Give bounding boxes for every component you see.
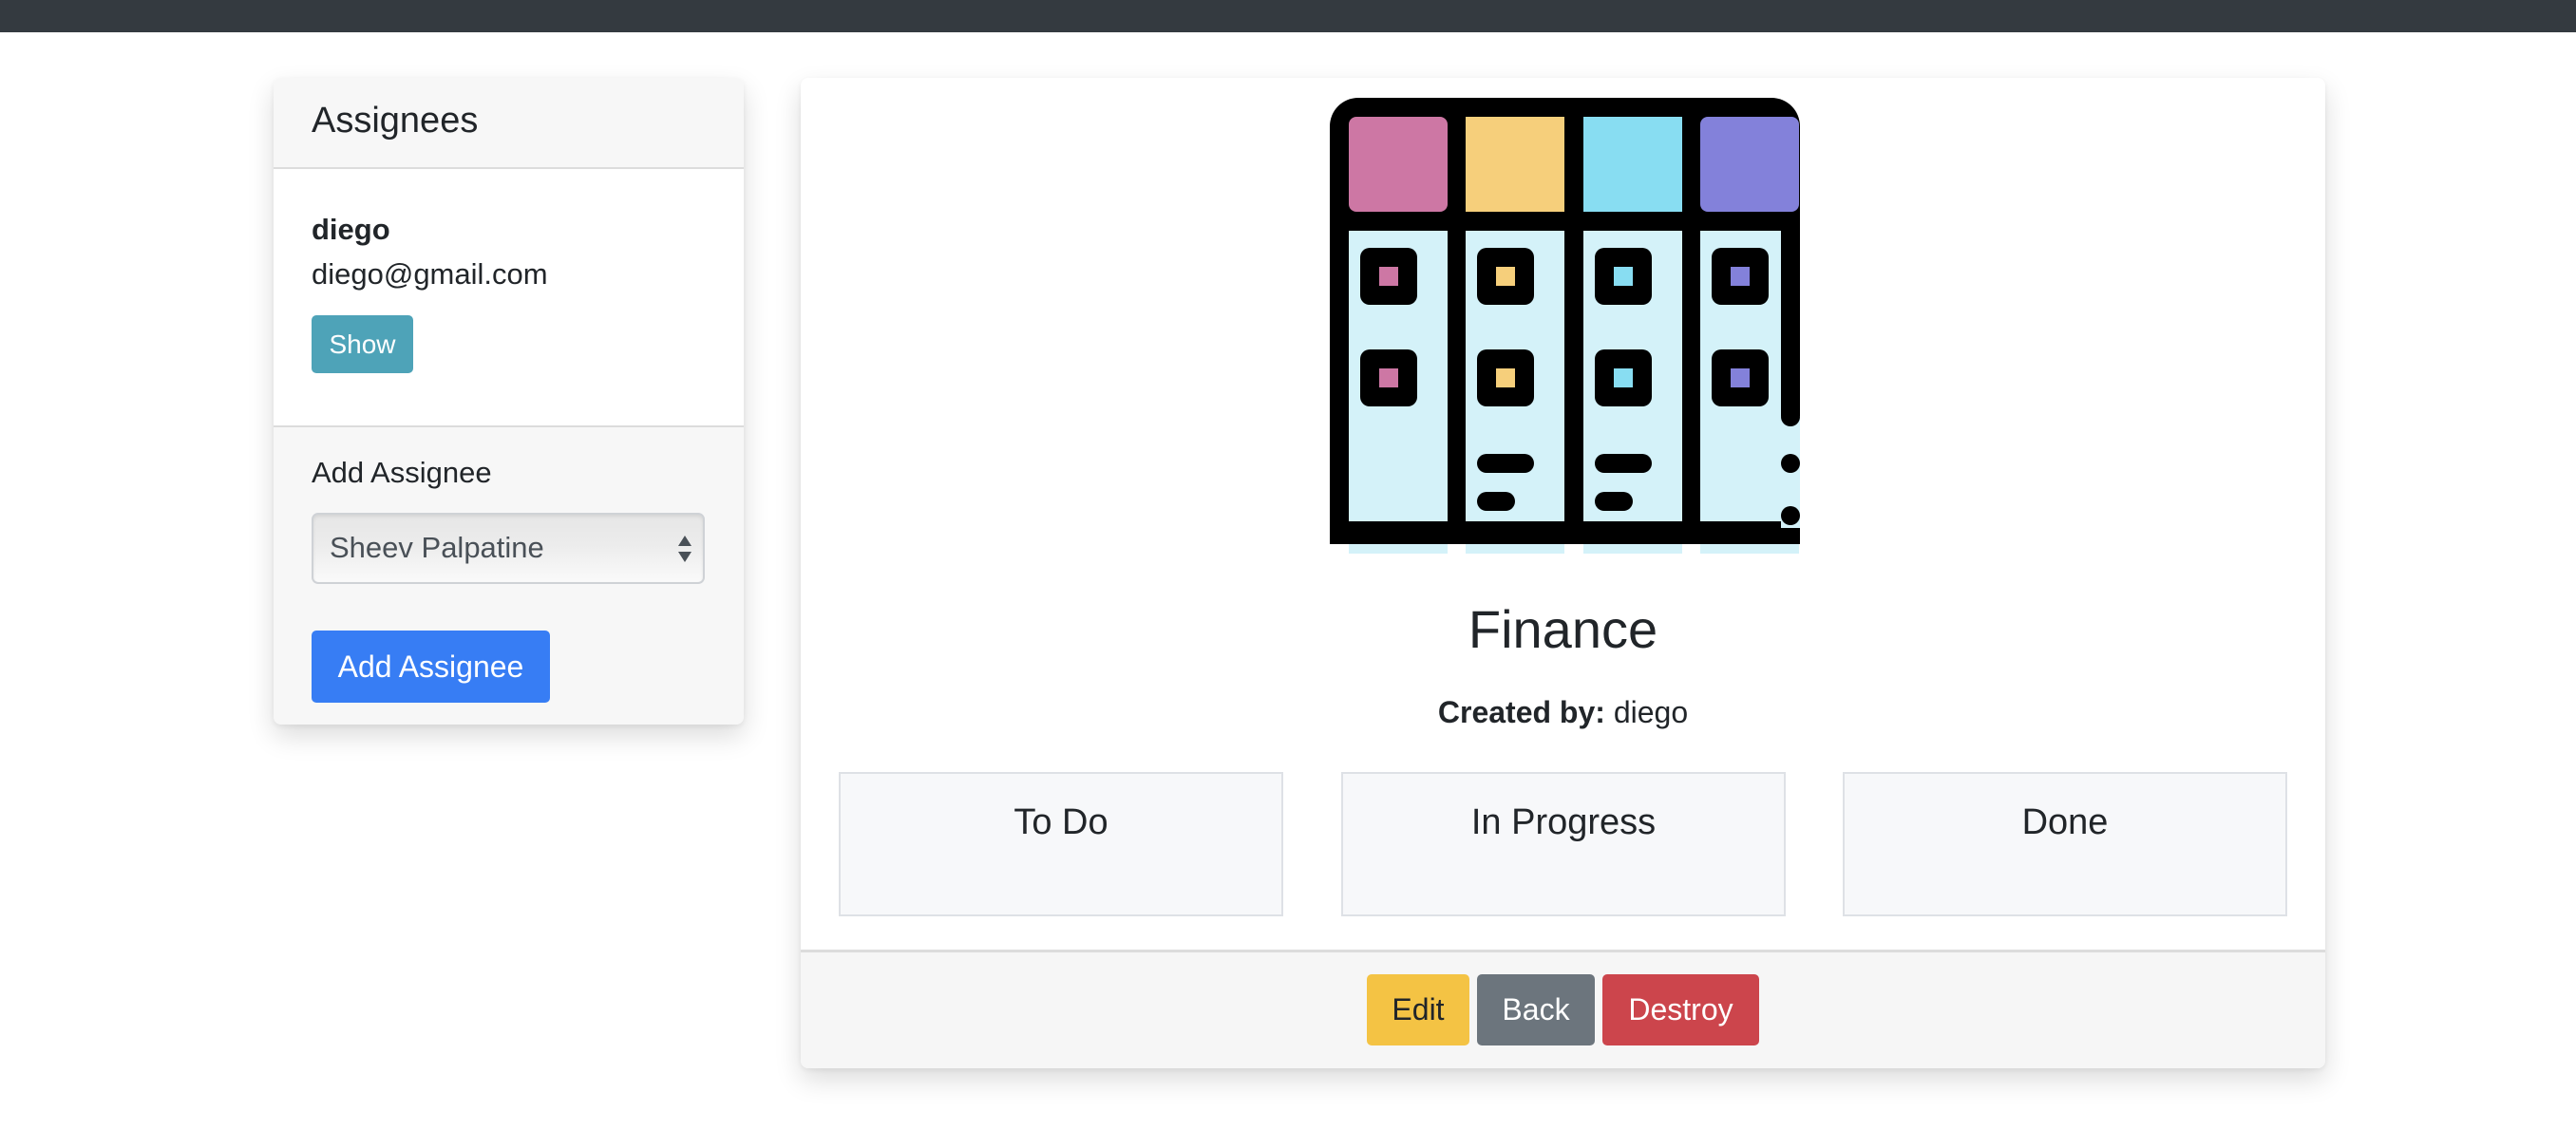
board-card-footer: Edit Back Destroy [801, 950, 2325, 1068]
assignees-title: Assignees [312, 101, 479, 141]
destroy-button[interactable]: Destroy [1602, 974, 1759, 1045]
add-assignee-form: Add Assignee Sheev Palpatine Add Assigne… [274, 427, 744, 725]
edit-button[interactable]: Edit [1367, 974, 1469, 1045]
assignees-card: Assignees diego diego@gmail.com Show Add… [274, 78, 744, 725]
add-assignee-button[interactable]: Add Assignee [312, 631, 550, 703]
assignee-email: diego@gmail.com [312, 257, 548, 291]
assignee-name: diego [312, 213, 390, 246]
column-done: Done [1843, 772, 2287, 916]
add-assignee-label: Add Assignee [312, 456, 492, 489]
column-todo: To Do [839, 772, 1283, 916]
column-in-progress: In Progress [1341, 772, 1786, 916]
column-title: In Progress [1470, 802, 1657, 842]
top-navbar [0, 0, 2576, 32]
created-by: Created by: diego [801, 695, 2325, 730]
column-title: Done [2021, 802, 2109, 842]
back-button[interactable]: Back [1477, 974, 1595, 1045]
board-title: Finance [1468, 599, 1658, 659]
board-card: Finance Created by: diego To Do In Progr… [801, 78, 2325, 1068]
assignee-select-value: Sheev Palpatine [330, 531, 544, 564]
assignee-list-item: diego diego@gmail.com Show [274, 169, 744, 427]
show-assignee-button[interactable]: Show [312, 315, 413, 373]
created-by-label: Created by: [1437, 695, 1605, 729]
kanban-board-icon [1330, 98, 1809, 554]
assignees-card-header: Assignees [274, 78, 744, 169]
board-actions: Edit Back Destroy [1367, 974, 1759, 1045]
column-title: To Do [1013, 802, 1108, 842]
select-updown-arrows-icon [678, 536, 691, 562]
assignee-select[interactable]: Sheev Palpatine [312, 513, 705, 584]
created-by-value: diego [1613, 695, 1689, 729]
